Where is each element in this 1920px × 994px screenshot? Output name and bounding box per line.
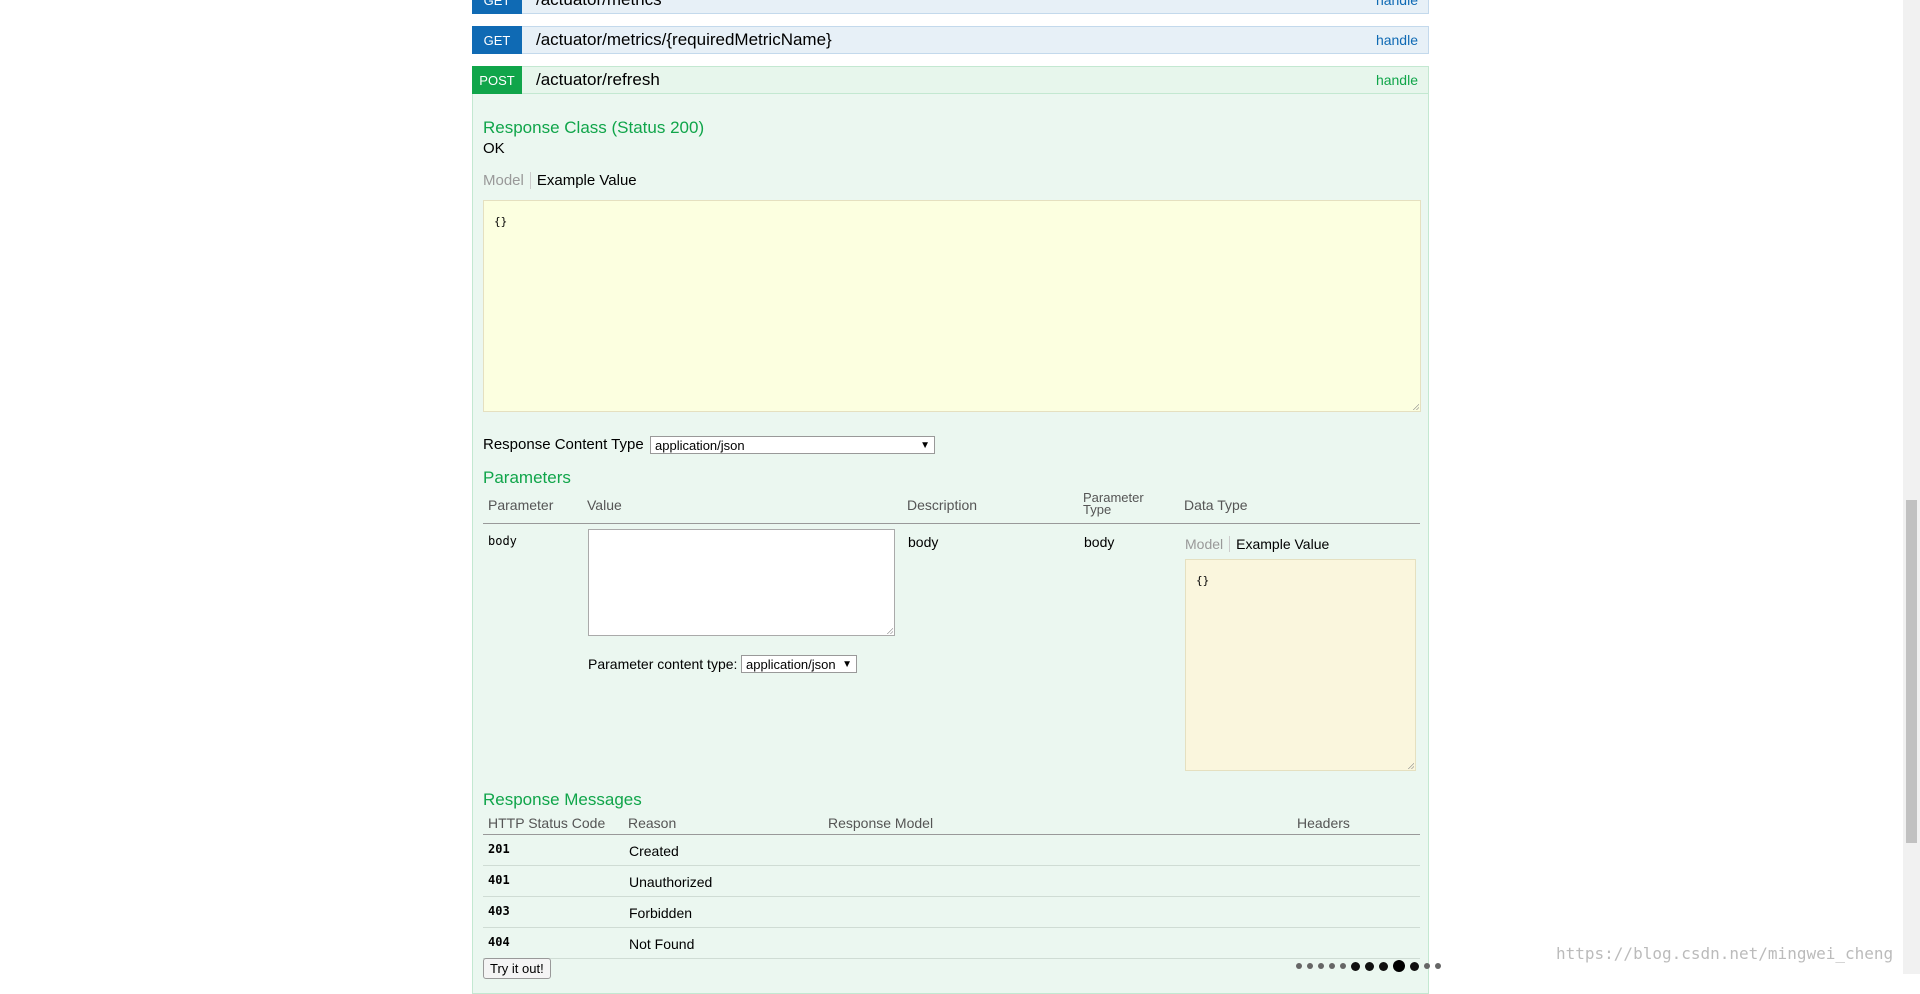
dot[interactable] bbox=[1296, 963, 1302, 969]
select-value: application/json bbox=[746, 656, 836, 672]
th-parameter-type-line2: Type bbox=[1083, 502, 1112, 517]
verb-badge: GET bbox=[472, 0, 522, 14]
th-parameter-type: Parameter Type bbox=[1083, 491, 1144, 517]
try-it-out-button[interactable]: Try it out! bbox=[483, 958, 551, 979]
watermark: https://blog.csdn.net/mingwei_cheng bbox=[1556, 944, 1894, 963]
handle-link[interactable]: handle bbox=[1376, 0, 1418, 8]
operation-get-metrics[interactable]: GET /actuator/metrics handle bbox=[472, 0, 1429, 14]
dot[interactable] bbox=[1424, 963, 1430, 969]
th-data-type: Data Type bbox=[1184, 497, 1248, 513]
dot[interactable] bbox=[1329, 963, 1335, 969]
example-code-text: {} bbox=[1196, 574, 1210, 587]
operation-path[interactable]: /actuator/refresh bbox=[536, 70, 660, 90]
operation-get-metric-name[interactable]: GET /actuator/metrics/{requiredMetricNam… bbox=[472, 26, 1429, 54]
status-code: 404 bbox=[488, 935, 510, 949]
verb-badge: POST bbox=[472, 66, 522, 94]
dot[interactable] bbox=[1340, 963, 1346, 969]
dot[interactable] bbox=[1351, 961, 1360, 971]
page-indicator-dots bbox=[1296, 960, 1441, 972]
row-divider bbox=[483, 958, 1420, 959]
status-reason: Forbidden bbox=[629, 905, 693, 921]
response-example-code[interactable]: {} bbox=[483, 200, 1421, 412]
header-divider bbox=[483, 523, 1420, 524]
row-divider bbox=[483, 865, 1420, 866]
dot[interactable] bbox=[1318, 963, 1324, 969]
param-name: body bbox=[488, 534, 517, 548]
status-reason: Not Found bbox=[629, 936, 695, 952]
chevron-down-icon: ▼ bbox=[920, 439, 930, 451]
dot[interactable] bbox=[1435, 963, 1441, 969]
response-messages-title: Response Messages bbox=[483, 790, 642, 809]
operation-path[interactable]: /actuator/metrics/{requiredMetricName} bbox=[536, 30, 832, 50]
operation-path[interactable]: /actuator/metrics bbox=[536, 0, 662, 10]
row-divider bbox=[483, 896, 1420, 897]
status-code: 201 bbox=[488, 842, 510, 856]
status-code: 403 bbox=[488, 904, 510, 918]
dot[interactable] bbox=[1307, 963, 1313, 969]
scrollbar-thumb[interactable] bbox=[1906, 500, 1917, 843]
tab-example-value[interactable]: Example Value bbox=[1230, 536, 1329, 552]
response-status-text: OK bbox=[483, 140, 505, 157]
response-class-title: Response Class (Status 200) bbox=[483, 118, 705, 137]
param-example-code[interactable]: {} bbox=[1185, 559, 1416, 771]
resize-handle[interactable] bbox=[885, 626, 893, 634]
select-value: application/json bbox=[655, 437, 745, 453]
tab-example-value[interactable]: Example Value bbox=[531, 172, 637, 189]
dot-active[interactable] bbox=[1393, 960, 1405, 972]
body-textarea[interactable] bbox=[588, 529, 895, 636]
vertical-scrollbar[interactable] bbox=[1903, 0, 1920, 974]
operation-details-panel: Response Class (Status 200) OK Model Exa… bbox=[472, 94, 1429, 994]
status-reason: Created bbox=[629, 843, 679, 859]
param-description: body bbox=[908, 534, 939, 550]
tab-model[interactable]: Model bbox=[483, 172, 531, 189]
th-response-model: Response Model bbox=[828, 815, 934, 831]
th-headers: Headers bbox=[1297, 815, 1350, 831]
resize-handle[interactable] bbox=[1411, 402, 1419, 410]
dot[interactable] bbox=[1365, 961, 1374, 971]
handle-link[interactable]: handle bbox=[1376, 32, 1418, 48]
status-reason: Unauthorized bbox=[629, 874, 713, 890]
th-description: Description bbox=[907, 497, 978, 513]
response-content-type-label: Response Content Type bbox=[483, 436, 644, 453]
verb-badge: GET bbox=[472, 26, 522, 54]
operation-post-refresh[interactable]: POST /actuator/refresh handle bbox=[472, 66, 1429, 94]
th-http-status: HTTP Status Code bbox=[488, 815, 606, 831]
param-type: body bbox=[1084, 534, 1115, 550]
handle-link[interactable]: handle bbox=[1376, 72, 1418, 88]
param-tabs: Model Example Value bbox=[1185, 536, 1329, 552]
param-content-type-select[interactable]: application/json ▼ bbox=[741, 655, 857, 673]
example-code-text: {} bbox=[494, 215, 508, 228]
tab-model[interactable]: Model bbox=[1185, 536, 1231, 552]
th-reason: Reason bbox=[628, 815, 677, 831]
status-code: 401 bbox=[488, 873, 510, 887]
response-content-type-select[interactable]: application/json ▼ bbox=[650, 436, 935, 454]
th-parameter: Parameter bbox=[488, 497, 554, 513]
header-divider bbox=[483, 834, 1420, 835]
row-divider bbox=[483, 927, 1420, 928]
dot[interactable] bbox=[1410, 961, 1419, 971]
parameters-title: Parameters bbox=[483, 468, 571, 487]
resize-handle[interactable] bbox=[1406, 761, 1414, 769]
dot[interactable] bbox=[1379, 961, 1388, 971]
chevron-down-icon: ▼ bbox=[842, 658, 852, 670]
th-value: Value bbox=[587, 497, 622, 513]
param-content-type-label: Parameter content type: bbox=[588, 656, 738, 672]
response-tabs: Model Example Value bbox=[483, 172, 637, 189]
